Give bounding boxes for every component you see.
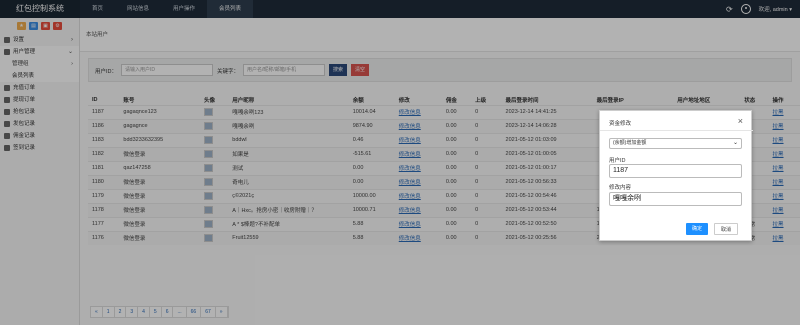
chevron-down-icon: ⌄: [732, 140, 738, 146]
uid-field[interactable]: 1187: [609, 164, 742, 178]
content-field-label: 修改内容: [609, 185, 632, 191]
uid-field-label: 用户ID: [609, 158, 626, 164]
close-icon[interactable]: ×: [738, 116, 743, 126]
dialog-divider: [600, 130, 753, 131]
confirm-button[interactable]: 确定: [686, 223, 709, 235]
cancel-button[interactable]: 取消: [714, 223, 739, 235]
select-value: (余额)增加金额: [613, 140, 647, 146]
dialog-title: 资金修改: [609, 121, 632, 127]
fund-modify-dialog: 资金修改 × (余额)增加金额 ⌄ 用户ID 1187 修改内容 嘎嘎余咧 确定…: [599, 110, 753, 241]
content-field[interactable]: 嘎嘎余咧: [609, 192, 742, 206]
operation-select[interactable]: (余额)增加金额 ⌄: [609, 138, 742, 149]
